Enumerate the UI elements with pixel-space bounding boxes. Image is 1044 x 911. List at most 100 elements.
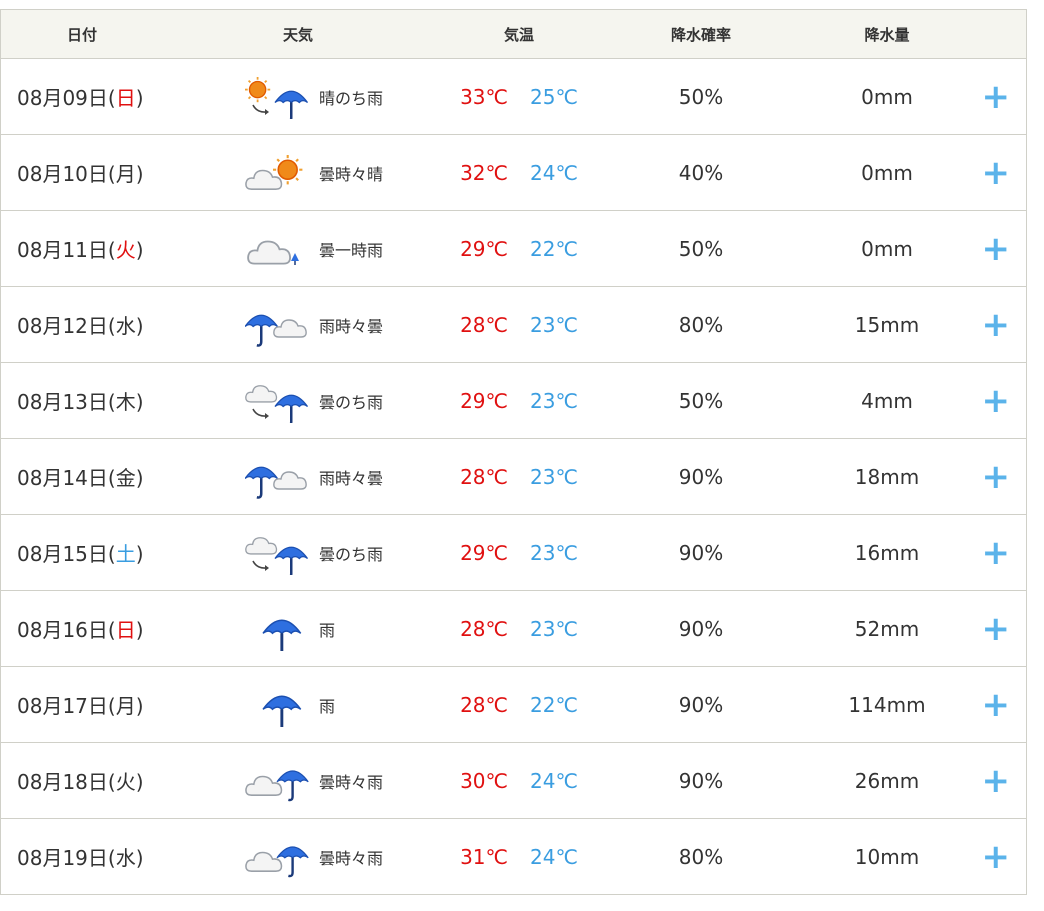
date-suffix: ) bbox=[135, 314, 144, 338]
expand-cell: + bbox=[973, 384, 1026, 418]
expand-cell: + bbox=[973, 80, 1026, 114]
high-temp: 28℃ bbox=[460, 312, 508, 337]
date-text: 08月14日( bbox=[17, 466, 116, 490]
day-of-week: 火 bbox=[115, 770, 136, 794]
weather-text: 雨 bbox=[319, 620, 336, 640]
expand-cell: + bbox=[973, 840, 1026, 874]
temp-cell: 29℃ 23℃ bbox=[437, 389, 601, 413]
day-of-week: 金 bbox=[115, 466, 136, 490]
high-temp: 32℃ bbox=[460, 160, 508, 185]
table-header: 日付 天気 気温 降水確率 降水量 bbox=[1, 9, 1026, 59]
cloud-sometimes-sun-icon bbox=[245, 154, 303, 190]
date-cell: 08月11日(火) bbox=[1, 234, 201, 263]
date-suffix: ) bbox=[135, 542, 144, 566]
header-temp: 気温 bbox=[503, 25, 534, 44]
expand-plus-icon[interactable]: + bbox=[982, 536, 1011, 570]
expand-plus-icon[interactable]: + bbox=[982, 688, 1011, 722]
date-suffix: ) bbox=[135, 466, 144, 490]
expand-cell: + bbox=[973, 688, 1026, 722]
date-text: 08月17日( bbox=[17, 694, 116, 718]
weather-text: 曇のち雨 bbox=[319, 544, 384, 564]
precip-amount: 16mm bbox=[854, 540, 920, 565]
date-text: 08月09日( bbox=[17, 86, 116, 110]
precip-amount: 0mm bbox=[861, 236, 913, 261]
date-text: 08月12日( bbox=[17, 314, 116, 338]
low-temp: 25℃ bbox=[530, 84, 578, 109]
temp-cell: 29℃ 22℃ bbox=[437, 237, 601, 261]
precip-amount: 26mm bbox=[854, 768, 920, 793]
date-suffix: ) bbox=[135, 162, 144, 186]
precip-amount: 52mm bbox=[854, 616, 920, 641]
day-of-week: 月 bbox=[115, 162, 136, 186]
weather-text: 曇時々晴 bbox=[319, 164, 384, 184]
rain-icon bbox=[262, 619, 302, 651]
date-cell: 08月10日(月) bbox=[1, 158, 201, 187]
date-cell: 08月13日(木) bbox=[1, 386, 201, 415]
day-of-week: 水 bbox=[115, 314, 136, 338]
expand-plus-icon[interactable]: + bbox=[982, 80, 1011, 114]
cloud-occasional-rain-icon bbox=[247, 240, 299, 265]
low-temp: 23℃ bbox=[530, 540, 578, 565]
low-temp: 24℃ bbox=[530, 160, 578, 185]
date-cell: 08月15日(土) bbox=[1, 538, 201, 567]
temp-cell: 30℃ 24℃ bbox=[437, 769, 601, 793]
date-cell: 08月19日(水) bbox=[1, 842, 201, 871]
temp-cell: 32℃ 24℃ bbox=[437, 161, 601, 185]
table-row: 08月12日(水) 雨時々曇 28℃ 23℃ 80% 15mm + bbox=[1, 287, 1026, 363]
rain-sometimes-cloud-icon bbox=[245, 314, 307, 347]
expand-plus-icon[interactable]: + bbox=[982, 308, 1011, 342]
high-temp: 28℃ bbox=[460, 616, 508, 641]
table-row: 08月13日(木) 曇のち雨 29℃ 23℃ 50% 4mm + bbox=[1, 363, 1026, 439]
expand-cell: + bbox=[973, 764, 1026, 798]
expand-plus-icon[interactable]: + bbox=[982, 612, 1011, 646]
precip-amount: 18mm bbox=[854, 464, 920, 489]
precip-amount: 4mm bbox=[861, 388, 913, 413]
expand-cell: + bbox=[973, 460, 1026, 494]
precip-probability: 80% bbox=[678, 312, 724, 337]
weather-text: 曇時々雨 bbox=[319, 848, 384, 868]
date-text: 08月15日( bbox=[17, 542, 116, 566]
expand-plus-icon[interactable]: + bbox=[982, 384, 1011, 418]
table-row: 08月11日(火) 曇一時雨 29℃ 22℃ 50% 0mm + bbox=[1, 211, 1026, 287]
expand-plus-icon[interactable]: + bbox=[982, 232, 1011, 266]
rain-sometimes-cloud-icon bbox=[245, 466, 307, 499]
temp-cell: 33℃ 25℃ bbox=[437, 85, 601, 109]
low-temp: 22℃ bbox=[530, 692, 578, 717]
expand-plus-icon[interactable]: + bbox=[982, 460, 1011, 494]
date-cell: 08月12日(水) bbox=[1, 310, 201, 339]
low-temp: 24℃ bbox=[530, 768, 578, 793]
date-suffix: ) bbox=[135, 390, 144, 414]
precip-probability: 90% bbox=[678, 616, 724, 641]
precip-probability: 90% bbox=[678, 540, 724, 565]
precip-probability: 50% bbox=[678, 236, 724, 261]
day-of-week: 木 bbox=[115, 390, 136, 414]
precip-probability: 80% bbox=[678, 844, 724, 869]
weather-text: 曇一時雨 bbox=[319, 240, 384, 260]
low-temp: 22℃ bbox=[530, 236, 578, 261]
table-body: 08月09日(日) 晴のち雨 33℃ 25℃ 50% 0mm +08月10日(月) 曇時々晴 3… bbox=[1, 59, 1026, 895]
high-temp: 30℃ bbox=[460, 768, 508, 793]
day-of-week: 土 bbox=[115, 542, 136, 566]
weather-cell: 曇時々雨 bbox=[201, 759, 437, 803]
low-temp: 23℃ bbox=[530, 616, 578, 641]
weather-cell: 雨 bbox=[201, 683, 437, 727]
header-date: 日付 bbox=[67, 25, 98, 44]
date-suffix: ) bbox=[135, 846, 144, 870]
table-row: 08月10日(月) 曇時々晴 32℃ 24℃ 40% 0mm + bbox=[1, 135, 1026, 211]
expand-cell: + bbox=[973, 156, 1026, 190]
expand-plus-icon[interactable]: + bbox=[982, 156, 1011, 190]
high-temp: 29℃ bbox=[460, 540, 508, 565]
high-temp: 29℃ bbox=[460, 388, 508, 413]
forecast-table: 日付 天気 気温 降水確率 降水量 08月09日(日) 晴のち雨 33℃ 25℃ 50%… bbox=[0, 9, 1027, 895]
cloud-then-rain-icon bbox=[245, 536, 309, 575]
table-row: 08月16日(日) 雨 28℃ 23℃ 90% 52mm + bbox=[1, 591, 1026, 667]
expand-plus-icon[interactable]: + bbox=[982, 764, 1011, 798]
expand-cell: + bbox=[973, 536, 1026, 570]
expand-cell: + bbox=[973, 308, 1026, 342]
date-cell: 08月09日(日) bbox=[1, 82, 201, 111]
expand-plus-icon[interactable]: + bbox=[982, 840, 1011, 874]
date-suffix: ) bbox=[135, 694, 144, 718]
table-row: 08月19日(水) 曇時々雨 31℃ 24℃ 80% 10mm + bbox=[1, 819, 1026, 895]
date-text: 08月19日( bbox=[17, 846, 116, 870]
date-text: 08月11日( bbox=[17, 238, 116, 262]
